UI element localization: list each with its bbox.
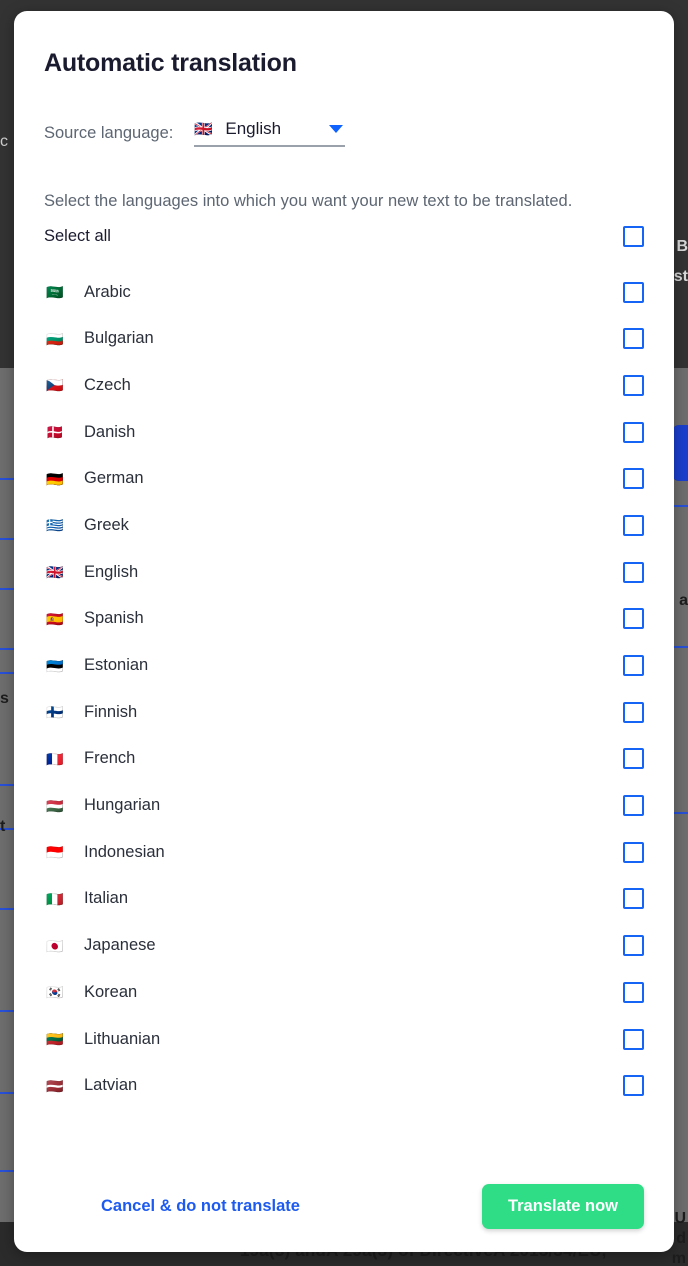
backdrop-edge-text: B xyxy=(676,238,688,255)
flag-icon: 🇱🇹 xyxy=(46,1031,64,1048)
language-label: Korean xyxy=(84,982,138,1001)
language-checkbox[interactable] xyxy=(623,1028,644,1050)
flag-icon: 🇮🇩 xyxy=(46,844,64,861)
automatic-translation-dialog: Automatic translation Source language: 🇬… xyxy=(14,11,674,1252)
backdrop-blue-chip xyxy=(672,425,688,481)
language-checkbox[interactable] xyxy=(623,981,644,1003)
flag-icon: 🇩🇰 xyxy=(46,424,64,441)
select-all-row[interactable]: Select all xyxy=(44,213,644,260)
language-row[interactable]: 🇨🇿 Czech xyxy=(44,362,644,409)
language-label: German xyxy=(84,469,144,488)
language-row[interactable]: 🇧🇬 Bulgarian xyxy=(44,315,644,362)
language-checkbox[interactable] xyxy=(623,841,644,863)
language-checkbox[interactable] xyxy=(623,281,644,303)
language-row[interactable]: 🇪🇸 Spanish xyxy=(44,596,644,643)
language-row[interactable]: 🇬🇧 English xyxy=(44,549,644,596)
language-row[interactable]: 🇬🇷 Greek xyxy=(44,502,644,549)
language-label: Danish xyxy=(84,422,136,441)
language-label: Hungarian xyxy=(84,796,161,815)
flag-icon: 🇮🇹 xyxy=(46,890,64,907)
language-checkbox[interactable] xyxy=(623,468,644,490)
language-checkbox[interactable] xyxy=(623,421,644,443)
flag-icon: 🇧🇬 xyxy=(46,330,64,347)
language-checkbox[interactable] xyxy=(623,795,644,817)
source-language-row: Source language: 🇬🇧 English xyxy=(44,119,644,147)
language-label: Finnish xyxy=(84,702,138,721)
language-row[interactable]: 🇮🇹 Italian xyxy=(44,876,644,923)
backdrop-edge-text: st xyxy=(673,268,688,285)
source-language-label: Source language: xyxy=(44,123,174,142)
language-label: Greek xyxy=(84,515,129,534)
source-language-select[interactable]: 🇬🇧 English xyxy=(194,119,346,147)
language-row[interactable]: 🇰🇷 Korean xyxy=(44,969,644,1016)
language-checkbox[interactable] xyxy=(623,888,644,910)
language-label: Bulgarian xyxy=(84,329,154,348)
language-checkbox[interactable] xyxy=(623,514,644,536)
language-label: Arabic xyxy=(84,282,131,301)
flag-icon: 🇰🇷 xyxy=(46,984,64,1001)
language-checkbox[interactable] xyxy=(623,935,644,957)
flag-icon: 🇩🇪 xyxy=(46,470,64,487)
language-label: Italian xyxy=(84,889,129,908)
select-all-checkbox[interactable] xyxy=(623,225,644,247)
flag-icon-gb: 🇬🇧 xyxy=(194,120,214,138)
language-checkbox[interactable] xyxy=(623,608,644,630)
chevron-down-icon xyxy=(329,125,344,133)
select-all-label: Select all xyxy=(44,226,111,245)
flag-icon: 🇯🇵 xyxy=(46,937,64,954)
language-checkbox[interactable] xyxy=(623,701,644,723)
dialog-footer: Cancel & do not translate Translate now xyxy=(14,1160,674,1252)
flag-icon: 🇫🇮 xyxy=(46,704,64,721)
language-label: English xyxy=(84,562,139,581)
language-row[interactable]: 🇫🇷 French xyxy=(44,736,644,783)
flag-icon: 🇪🇸 xyxy=(46,610,64,627)
backdrop-edge-text: m xyxy=(671,1250,686,1266)
flag-icon: 🇬🇧 xyxy=(46,564,64,581)
language-checkbox[interactable] xyxy=(623,1075,644,1097)
language-row[interactable]: 🇪🇪 Estonian xyxy=(44,642,644,689)
cancel-button[interactable]: Cancel & do not translate xyxy=(101,1197,300,1216)
language-row[interactable]: 🇭🇺 Hungarian xyxy=(44,782,644,829)
backdrop-edge-text: c xyxy=(0,133,8,150)
flag-icon: 🇭🇺 xyxy=(46,797,64,814)
backdrop-edge-text: a xyxy=(679,592,688,609)
language-label: Indonesian xyxy=(84,842,165,861)
language-row[interactable]: 🇯🇵 Japanese xyxy=(44,922,644,969)
flag-icon: 🇱🇻 xyxy=(46,1077,64,1094)
backdrop-edge-text: s xyxy=(0,690,9,707)
flag-icon: 🇬🇷 xyxy=(46,517,64,534)
language-checkbox[interactable] xyxy=(623,561,644,583)
language-row[interactable]: 🇩🇰 Danish xyxy=(44,409,644,456)
language-checkbox[interactable] xyxy=(623,748,644,770)
dialog-body: Automatic translation Source language: 🇬… xyxy=(14,11,674,1160)
language-row[interactable]: 🇸🇦 Arabic xyxy=(44,269,644,316)
language-label: Estonian xyxy=(84,656,149,675)
language-label: Lithuanian xyxy=(84,1029,161,1048)
language-checkbox[interactable] xyxy=(623,328,644,350)
flag-icon: 🇪🇪 xyxy=(46,657,64,674)
source-language-value: English xyxy=(225,119,282,138)
language-row[interactable]: 🇫🇮 Finnish xyxy=(44,689,644,736)
language-row[interactable]: 🇱🇹 Lithuanian xyxy=(44,1016,644,1063)
flag-icon: 🇨🇿 xyxy=(46,377,64,394)
backdrop-edge-text: t xyxy=(0,818,6,835)
language-label: Spanish xyxy=(84,609,144,628)
language-row[interactable]: 🇱🇻 Latvian xyxy=(44,1062,644,1109)
backdrop-edge-text: U xyxy=(674,1210,686,1227)
language-checkbox[interactable] xyxy=(623,374,644,396)
language-checkbox[interactable] xyxy=(623,655,644,677)
instruction-text: Select the languages into which you want… xyxy=(44,192,573,210)
language-list: 🇸🇦 Arabic 🇧🇬 Bulgarian 🇨🇿 Czech 🇩🇰 Danish 🇩🇪 Germ… xyxy=(44,269,644,1109)
page-title: Automatic translation xyxy=(44,49,297,77)
backdrop-edge-text: d xyxy=(676,1230,686,1247)
language-label: Japanese xyxy=(84,936,156,955)
language-row[interactable]: 🇩🇪 German xyxy=(44,455,644,502)
language-label: Czech xyxy=(84,375,131,394)
language-label: French xyxy=(84,749,136,768)
language-row[interactable]: 🇮🇩 Indonesian xyxy=(44,829,644,876)
flag-icon: 🇸🇦 xyxy=(46,284,64,301)
language-label: Latvian xyxy=(84,1076,138,1095)
translate-now-button[interactable]: Translate now xyxy=(481,1183,644,1229)
flag-icon: 🇫🇷 xyxy=(46,750,64,767)
